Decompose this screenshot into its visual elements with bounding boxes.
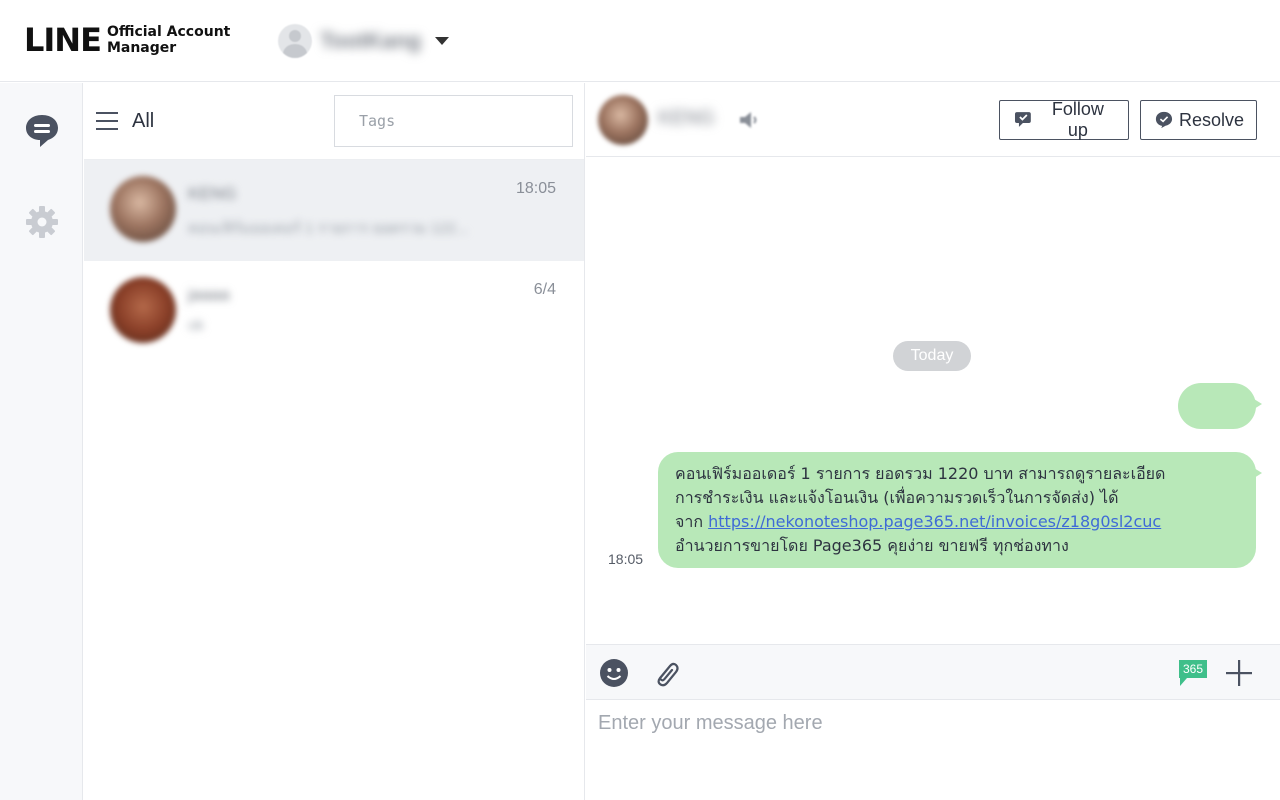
message-line: คอนเฟิร์มออเดอร์ 1 รายการ ยอดรวม 1220 บา…: [675, 464, 1166, 483]
message-line: อำนวยการขายโดย Page365 คุยง่าย ขายฟรี ทุ…: [675, 536, 1069, 555]
chat-timestamp: 18:05: [515, 180, 556, 197]
account-avatar: [278, 24, 312, 58]
paperclip-icon[interactable]: [647, 655, 683, 691]
message-text: จาก: [675, 512, 709, 531]
plus-icon[interactable]: [1221, 655, 1257, 691]
invoice-link[interactable]: https://nekonoteshop.page365.net/invoice…: [708, 512, 1161, 531]
logo-line-text: LINE: [24, 21, 102, 59]
left-rail: [0, 83, 83, 800]
chat-last-message: ok: [188, 317, 204, 334]
conversation-panel: KENG Follow up Resolve Today คอนเฟิร์มออ…: [586, 83, 1280, 800]
follow-up-label: Follow up: [1051, 99, 1104, 140]
speaker-icon: [740, 112, 757, 128]
chat-icon[interactable]: [22, 111, 62, 151]
chat-contact-name: jaaaa: [188, 285, 230, 304]
follow-up-button[interactable]: Follow up: [999, 99, 1129, 140]
message-input[interactable]: [586, 700, 1280, 800]
resolve-icon: [1155, 111, 1173, 129]
composer-toolbar: 365: [586, 644, 1280, 700]
message-line: จาก https://nekonoteshop.page365.net/inv…: [675, 510, 1240, 534]
page365-badge-text: 365: [1183, 662, 1203, 676]
page365-icon[interactable]: 365: [1175, 655, 1211, 691]
chevron-down-icon[interactable]: [435, 37, 450, 45]
avatar: [110, 176, 176, 242]
date-separator: Today: [893, 341, 971, 371]
conversation-contact-name: KENG: [658, 107, 715, 129]
chat-list-panel: All KENG คอนเฟิร์มออเดอร์ 1 รายการ ยอดรว…: [84, 83, 585, 800]
tags-input[interactable]: [334, 95, 573, 147]
logo-subtitle-line2: Manager: [106, 40, 177, 56]
conversation-header: KENG Follow up Resolve: [586, 83, 1280, 157]
message-timestamp: 18:05: [608, 551, 644, 567]
resolve-label: Resolve: [1178, 109, 1244, 130]
chat-contact-name: KENG: [188, 184, 237, 203]
avatar[interactable]: [598, 95, 648, 145]
message-line: การชำระเงิน และแจ้งโอนเงิน (เพื่อความรวด…: [675, 488, 1119, 507]
chat-filter-label[interactable]: All: [132, 110, 154, 133]
resolve-button[interactable]: Resolve: [1140, 100, 1257, 140]
message-bubble-empty[interactable]: [1178, 383, 1262, 429]
gear-icon[interactable]: [22, 202, 62, 242]
account-switcher[interactable]: TootKang: [278, 24, 450, 58]
hamburger-menu-icon[interactable]: [96, 112, 118, 130]
chat-last-message: คอนเฟิร์มออเดอร์ 1 รายการ ยอดรวม 122...: [188, 220, 469, 237]
logo-subtitle-line1: Official Account: [106, 24, 231, 40]
chat-list-item[interactable]: jaaaa ok 6/4: [84, 261, 584, 362]
follow-up-icon: [1014, 112, 1031, 127]
line-oa-logo[interactable]: LINE Official Account Manager: [24, 22, 230, 58]
chat-list-toolbar: All: [84, 83, 584, 160]
chat-list-item[interactable]: KENG คอนเฟิร์มออเดอร์ 1 รายการ ยอดรวม 12…: [84, 160, 584, 261]
account-name: TootKang: [320, 28, 422, 53]
chat-timestamp: 6/4: [533, 281, 556, 298]
top-header: LINE Official Account Manager TootKang: [0, 0, 1280, 82]
message-bubble[interactable]: คอนเฟิร์มออเดอร์ 1 รายการ ยอดรวม 1220 บา…: [658, 452, 1262, 568]
emoji-icon[interactable]: [596, 655, 632, 691]
logo-subtitle: Official Account Manager: [107, 24, 230, 56]
avatar: [110, 277, 176, 343]
